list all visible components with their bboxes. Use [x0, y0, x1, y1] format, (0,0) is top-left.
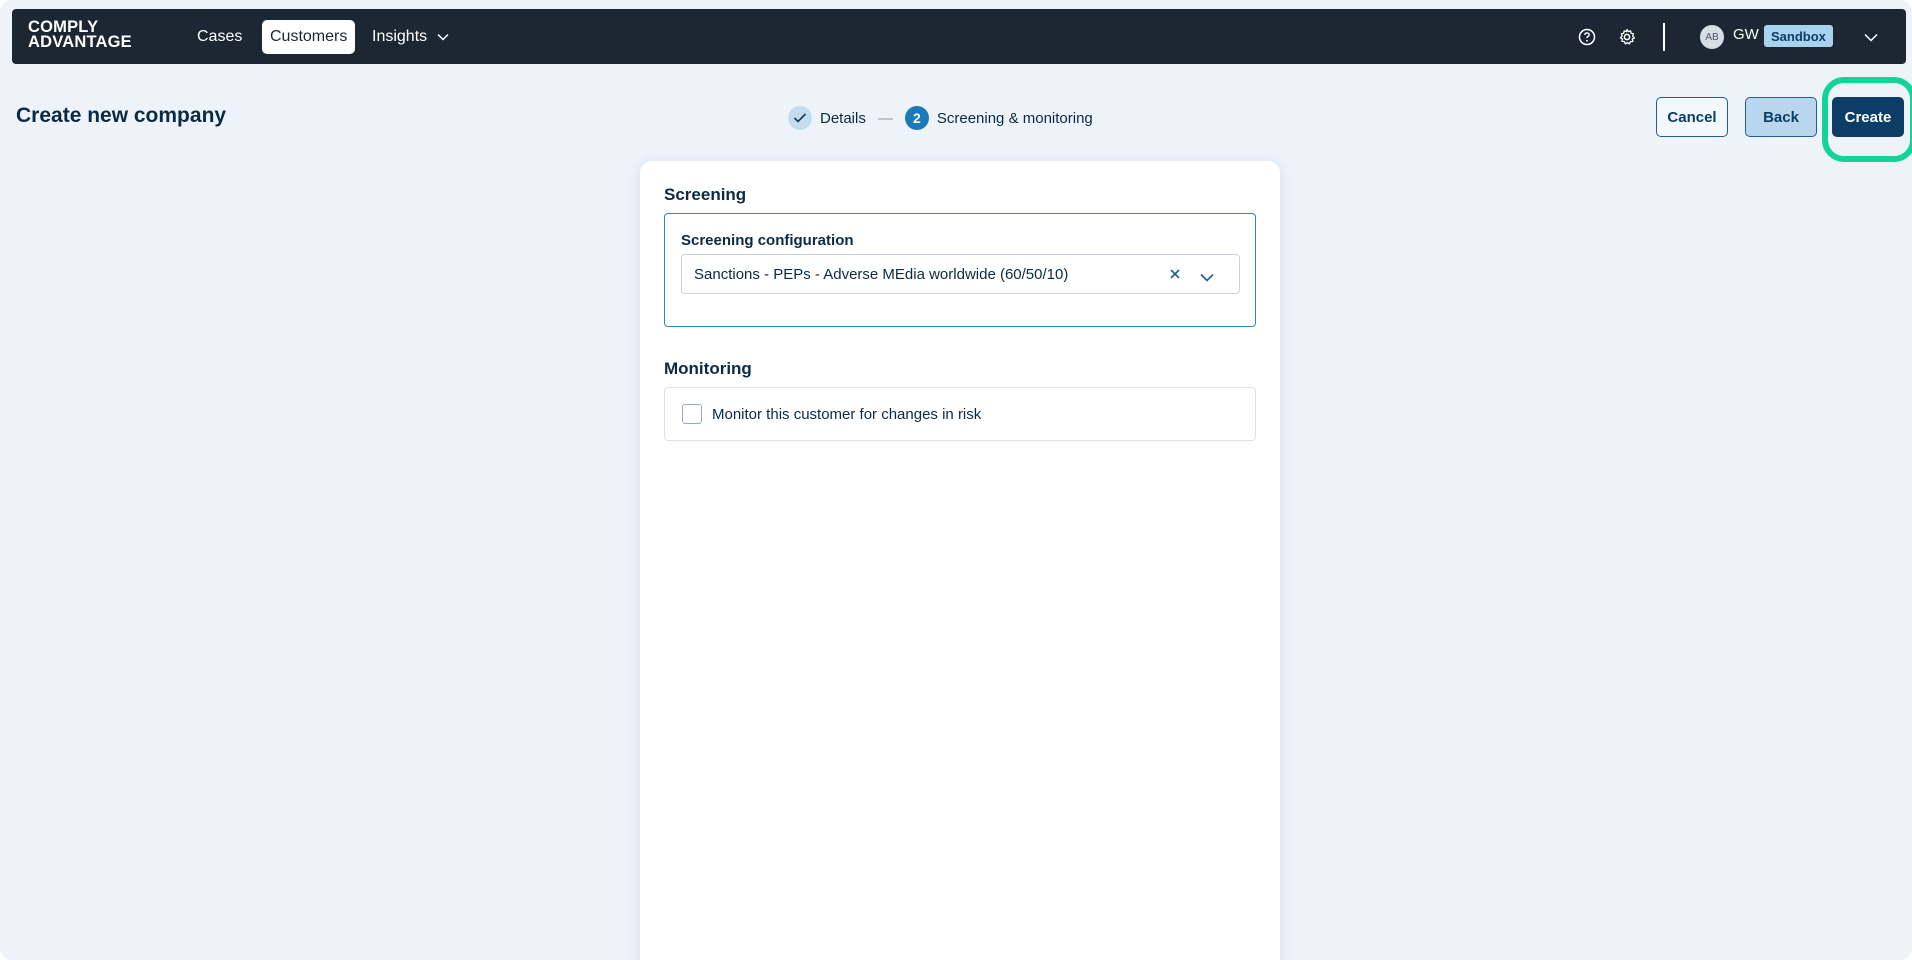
- step-done-check-icon: [788, 106, 812, 130]
- app-window: COMPLY ADVANTAGE Cases Customers Insight…: [0, 0, 1912, 960]
- screening-config-select[interactable]: Sanctions - PEPs - Adverse MEdia worldwi…: [681, 254, 1240, 294]
- user-initials[interactable]: GW: [1733, 26, 1759, 43]
- step-label-screening: Screening & monitoring: [936, 109, 1093, 127]
- chevron-down-icon: [437, 33, 449, 41]
- nav-item-insights[interactable]: Insights: [364, 20, 457, 54]
- step-label-details[interactable]: Details: [820, 110, 866, 127]
- select-value: Sanctions - PEPs - Adverse MEdia worldwi…: [694, 265, 1069, 283]
- step-number: 2: [904, 106, 929, 130]
- close-icon[interactable]: [1168, 267, 1182, 286]
- monitor-checkbox[interactable]: [682, 404, 702, 424]
- brand-logo[interactable]: COMPLY ADVANTAGE: [28, 19, 132, 51]
- page-title: Create new company: [16, 104, 227, 127]
- help-icon[interactable]: [1574, 24, 1600, 50]
- section-title-screening: Screening: [664, 185, 747, 204]
- create-button[interactable]: Create: [1832, 97, 1904, 137]
- chevron-down-icon[interactable]: [1200, 269, 1214, 287]
- nav-item-cases[interactable]: Cases: [189, 20, 250, 54]
- gear-icon[interactable]: [1614, 24, 1640, 50]
- brand-line-2: ADVANTAGE: [28, 33, 132, 51]
- monitoring-box: Monitor this customer for changes in ris…: [664, 387, 1256, 441]
- step-separator: —: [877, 109, 893, 127]
- back-button[interactable]: Back: [1745, 97, 1817, 137]
- screening-config-box: Screening configuration Sanctions - PEPs…: [664, 213, 1256, 327]
- top-nav: COMPLY ADVANTAGE Cases Customers Insight…: [12, 9, 1906, 64]
- avatar[interactable]: AB: [1700, 25, 1724, 49]
- cancel-button[interactable]: Cancel: [1656, 97, 1728, 137]
- section-title-monitoring: Monitoring: [664, 359, 752, 378]
- form-card: Screening Screening configuration Sancti…: [640, 161, 1280, 960]
- nav-item-customers[interactable]: Customers: [262, 20, 356, 54]
- chevron-down-icon[interactable]: [1864, 29, 1878, 47]
- nav-item-label: Cases: [197, 28, 243, 45]
- nav-divider: [1663, 23, 1665, 51]
- nav-item-label: Insights: [372, 28, 428, 45]
- stepper: Details — 2 Screening & monitoring: [788, 106, 1093, 130]
- field-label-screening-config: Screening configuration: [681, 232, 854, 249]
- nav-item-label: Customers: [270, 28, 348, 45]
- monitor-checkbox-label[interactable]: Monitor this customer for changes in ris…: [712, 406, 981, 423]
- environment-badge: Sandbox: [1764, 25, 1833, 47]
